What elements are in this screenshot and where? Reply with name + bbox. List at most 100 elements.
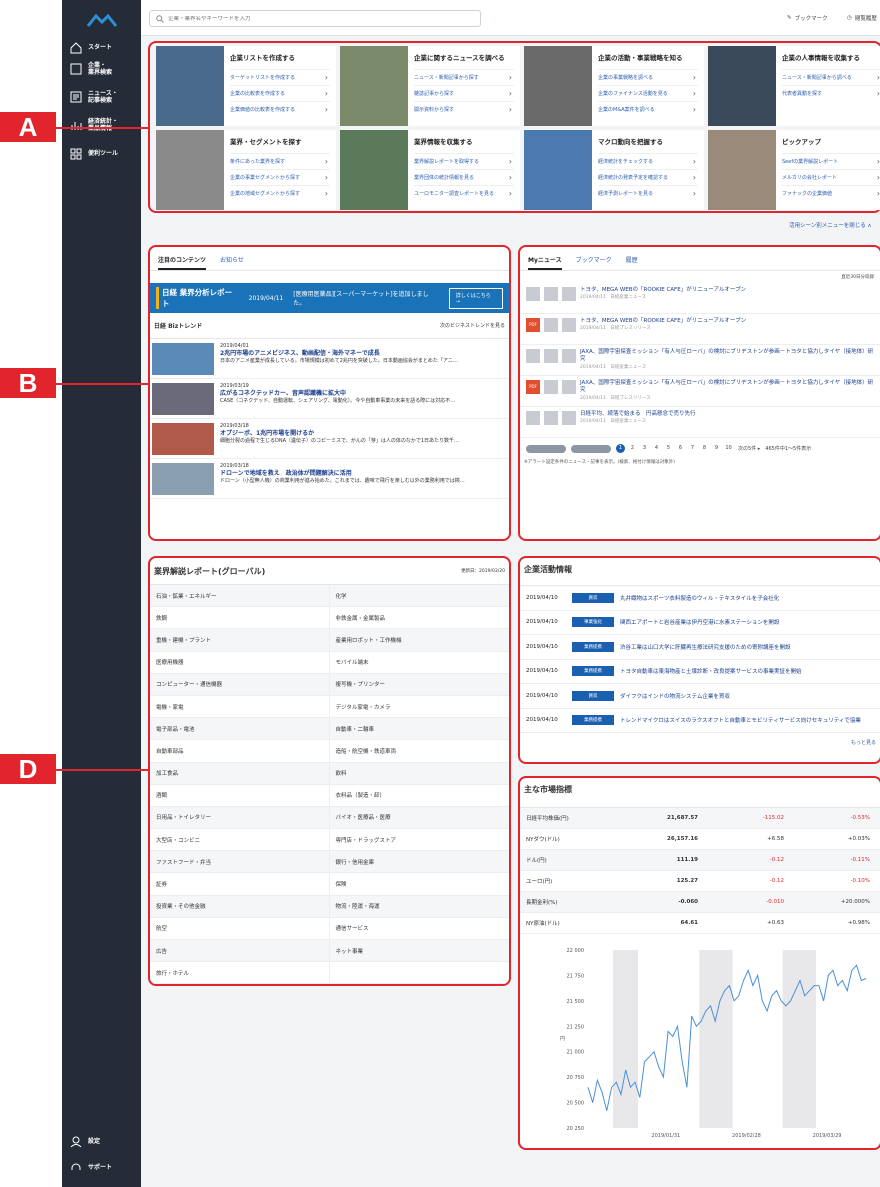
page-number[interactable]: 9 xyxy=(712,444,721,453)
news-item[interactable]: PDF トヨタ、MEGA WEBの「ROOKIE CAFE」がリニューアルオープン… xyxy=(520,314,880,345)
pager-prev[interactable] xyxy=(571,444,611,453)
sidebar-item-news-search[interactable]: ニュース・ 記事検索 xyxy=(62,90,141,104)
news-item[interactable]: トヨタ、MEGA WEBの「ROOKIE CAFE」がリニューアルオープン 201… xyxy=(520,283,880,314)
pager-first[interactable] xyxy=(526,444,566,453)
report-item[interactable]: 複写機・プリンター xyxy=(329,673,509,696)
page-number[interactable]: 2 xyxy=(628,444,637,453)
tile-link[interactable]: 企業のM&A案件を調べる xyxy=(598,101,698,117)
market-row[interactable]: NYダウ(ドル) 26,157.16 +6.58 +0.03% xyxy=(520,829,880,850)
search-box[interactable] xyxy=(149,10,481,27)
page-number[interactable]: 6 xyxy=(676,444,685,453)
menu-tile[interactable]: 企業に関するニュースを調べるニュース・新聞記事から探す雑誌記事から探す開示資料か… xyxy=(340,46,520,126)
tile-link[interactable]: ニュース・新聞記事から探す xyxy=(414,69,514,85)
activity-item[interactable]: 2019/04/10 業務提携 トヨタ自動車は東海物産と土壌診断・改良提案サービスの… xyxy=(520,660,880,684)
market-row[interactable]: ドル(円) 111.19 -0.12 -0.11% xyxy=(520,850,880,871)
activity-text[interactable]: 渋谷工業は山口大学に肝臓再生療法研究支援のための寄附講座を開設 xyxy=(620,643,791,651)
report-item[interactable]: 飲料 xyxy=(329,762,509,785)
report-item[interactable]: 日用品・トイレタリー xyxy=(150,806,330,830)
pager-next[interactable]: 次の5件 ▸ xyxy=(738,445,760,452)
report-item[interactable]: コンピューター・通信機器 xyxy=(150,673,330,696)
bookmark-link[interactable]: ✎ ブックマーク xyxy=(787,14,828,22)
search-input[interactable] xyxy=(168,15,468,22)
market-row[interactable]: 長期金利(%) -0.060 -0.010 +20.000% xyxy=(520,892,880,913)
page-number[interactable]: 7 xyxy=(688,444,697,453)
page-number[interactable]: 1 xyxy=(616,444,625,453)
report-item[interactable]: 非鉄金属・金属製品 xyxy=(329,607,509,630)
news-title[interactable]: トヨタ、MEGA WEBの「ROOKIE CAFE」がリニューアルオープン xyxy=(580,287,746,294)
report-banner[interactable]: 日経 業界分析レポート 2019/04/11 [医療用医薬品][スーパーマーケッ… xyxy=(150,283,509,313)
menu-tile[interactable]: マクロ動向を把握する経済統計をチェックする経済統計の発表予定を確認する経済予測レ… xyxy=(524,130,704,210)
page-number[interactable]: 3 xyxy=(640,444,649,453)
report-item[interactable]: 投資業・その他金融 xyxy=(150,895,330,918)
close-menu-link[interactable]: 活用シーン別メニューを閉じる ∧ xyxy=(789,221,872,229)
menu-tile[interactable]: 業界・セグメントを探す条件にあった業界を探す企業の事業セグメントから探す企業の地… xyxy=(156,130,336,210)
history-link[interactable]: ◷ 閲覧履歴 xyxy=(847,14,877,22)
report-item[interactable]: 加工食品 xyxy=(150,762,330,785)
trend-title[interactable]: 広がるコネクテッドカー、音声認識機に拡大中 xyxy=(220,390,455,398)
report-item[interactable]: 電機・家電 xyxy=(150,695,330,719)
sidebar-item-start[interactable]: スタート xyxy=(62,42,141,54)
tile-link[interactable]: 企業の地域セグメントから探す xyxy=(230,185,330,201)
report-item[interactable]: 自動車部品 xyxy=(150,740,330,763)
tile-link[interactable]: 開示資料から探す xyxy=(414,101,514,117)
tab-notices[interactable]: お知らせ xyxy=(220,255,244,270)
activity-text[interactable]: トレンドマイクロはスイスのラクスオフトと自動車とモビリティサービス向けセキュリテ… xyxy=(620,716,861,724)
report-item[interactable]: 鉄鋼 xyxy=(150,607,330,630)
report-item[interactable]: ネット事業 xyxy=(329,940,509,963)
tile-link[interactable]: Seefの業界解説レポート xyxy=(782,153,880,169)
menu-tile[interactable]: 企業の人事情報を収集するニュース・新聞記事から調べる代表者異動を探す xyxy=(708,46,880,126)
report-item[interactable]: 自動車・二輪車 xyxy=(329,718,509,741)
news-title[interactable]: JAXA、国際宇宙探査ミッション「有人与圧ローバ」の検討にブリヂストンが参画－ト… xyxy=(580,380,874,395)
sidebar-item-company-search[interactable]: 企業・ 業界検索 xyxy=(62,62,141,76)
activity-text[interactable]: トヨタ自動車は東海物産と土壌診断・改良提案サービスの事業実証を開始 xyxy=(620,667,802,675)
tab-featured[interactable]: 注目のコンテンツ xyxy=(158,255,207,270)
page-number[interactable]: 5 xyxy=(664,444,673,453)
report-item[interactable]: 物流・陸運・海運 xyxy=(329,895,509,918)
menu-tile[interactable]: 企業リストを作成するターゲットリストを作成する企業の比較表を作成する企業価値の比… xyxy=(156,46,336,126)
report-item[interactable]: モバイル端末 xyxy=(329,652,509,674)
tile-link[interactable]: 企業価値の比較表を作成する xyxy=(230,101,330,117)
sidebar-item-statistics[interactable]: 経済統計・ 業品情報 xyxy=(62,118,141,132)
trend-title[interactable]: オプジーボ、1兆円市場を開けるか xyxy=(220,430,459,438)
activity-text[interactable]: 関西エアポートと岩谷産業は伊丹空港に水素ステーションを開設 xyxy=(620,618,779,626)
report-item[interactable]: 重機・建機・プラント xyxy=(150,629,330,652)
report-item[interactable]: 電子部品・電池 xyxy=(150,718,330,741)
page-number[interactable]: 8 xyxy=(700,444,709,453)
page-number[interactable]: 10 xyxy=(724,444,733,453)
sidebar-item-tools[interactable]: 便利ツール xyxy=(62,148,141,160)
activity-text[interactable]: 丸井織物はスポーツ衣料製造のウィル・テキスタイルを子会社化 xyxy=(620,594,779,602)
report-item[interactable]: 酒類 xyxy=(150,784,330,807)
page-number[interactable]: 4 xyxy=(652,444,661,453)
report-item[interactable]: 広告 xyxy=(150,940,330,963)
news-item[interactable]: 日経平均、続落で始まる 円高懸念で売り先行 2019/04/11 日経産業ニュース xyxy=(520,407,880,438)
news-title[interactable]: JAXA、国際宇宙探査ミッション「有人与圧ローバ」の検討にブリヂストンが参画－ト… xyxy=(580,349,874,364)
report-item[interactable]: 航空 xyxy=(150,917,330,940)
activity-item[interactable]: 2019/04/10 事業強化 関西エアポートと岩谷産業は伊丹空港に水素ステーション… xyxy=(520,611,880,635)
activity-text[interactable]: ダイフクはインドの物流システム企業を買収 xyxy=(620,692,730,700)
trend-title[interactable]: 2兆円市場のアニメビジネス、動画配信・海外マネーで成長 xyxy=(220,350,458,358)
trend-item[interactable]: 2019/03/18 オプジーボ、1兆円市場を開けるか 細胞分裂の過程で生じるDNA… xyxy=(150,419,509,459)
tile-link[interactable]: 企業の事業戦略を調べる xyxy=(598,69,698,85)
tile-link[interactable]: ニュース・新聞記事から調べる xyxy=(782,69,880,85)
tile-link[interactable]: ファナックの企業価値 xyxy=(782,185,880,201)
report-item[interactable]: 産業用ロボット・工作機械 xyxy=(329,629,509,652)
activity-item[interactable]: 2019/04/10 買収 ダイフクはインドの物流システム企業を買収 xyxy=(520,684,880,709)
trend-more-link[interactable]: 次のビジネストレンドを見る xyxy=(440,322,505,329)
tab-mynews[interactable]: Myニュース xyxy=(528,255,562,270)
tile-link[interactable]: メルカリの会社レポート xyxy=(782,169,880,185)
sidebar-support[interactable]: サポート xyxy=(62,1162,141,1174)
tile-link[interactable]: 代表者異動を探す xyxy=(782,85,880,101)
report-item[interactable]: 通信サービス xyxy=(329,918,509,940)
market-row[interactable]: ユーロ(円) 125.27 -0.12 -0.10% xyxy=(520,871,880,892)
report-item[interactable]: 化学 xyxy=(329,585,509,608)
trend-item[interactable]: 2019/03/19 広がるコネクテッドカー、音声認識機に拡大中 CASE（コネクテ… xyxy=(150,379,509,419)
news-title[interactable]: トヨタ、MEGA WEBの「ROOKIE CAFE」がリニューアルオープン xyxy=(580,318,746,325)
sidebar-settings[interactable]: 設定 xyxy=(62,1136,141,1148)
tile-link[interactable]: 経済予測レポートを見る xyxy=(598,185,698,201)
report-item[interactable]: 衣料品（製造・卸） xyxy=(329,785,509,807)
report-item[interactable]: デジタル家電・カメラ xyxy=(329,696,509,719)
market-row[interactable]: NY原油(ドル) 64.61 +0.63 +0.98% xyxy=(520,913,880,934)
news-item[interactable]: JAXA、国際宇宙探査ミッション「有人与圧ローバ」の検討にブリヂストンが参画－ト… xyxy=(520,345,880,376)
market-row[interactable]: 日経平均株価(円) 21,687.57 -115.02 -0.53% xyxy=(520,808,880,829)
menu-tile[interactable]: 企業の活動・事業戦略を知る企業の事業戦略を調べる企業のファイナンス活動を見る企業… xyxy=(524,46,704,126)
